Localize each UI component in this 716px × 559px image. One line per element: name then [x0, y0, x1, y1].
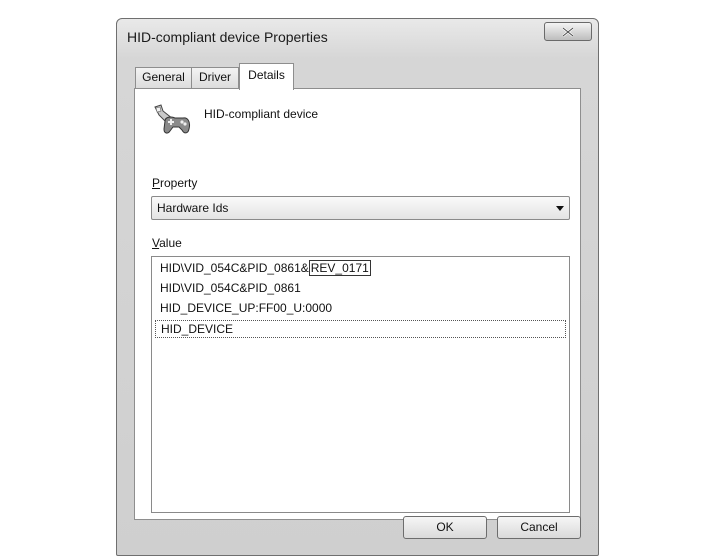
device-name: HID-compliant device	[204, 107, 319, 121]
chevron-down-icon	[556, 206, 564, 211]
list-item[interactable]: HID\VID_054C&PID_0861& REV_0171	[155, 260, 371, 278]
value-listbox[interactable]: HID\VID_054C&PID_0861& REV_0171 HID\VID_0…	[151, 256, 570, 513]
value-label: Value	[152, 236, 182, 250]
close-button[interactable]	[544, 22, 592, 41]
tab-general[interactable]: General	[135, 67, 192, 88]
close-icon	[562, 27, 574, 37]
list-item[interactable]: HID_DEVICE_UP:FF00_U:0000	[155, 300, 332, 318]
property-label: Property	[152, 176, 197, 190]
value-label-rest: alue	[159, 236, 182, 250]
property-label-accel: P	[152, 176, 161, 190]
window-title: HID-compliant device Properties	[127, 29, 328, 45]
cancel-button[interactable]: Cancel	[497, 516, 581, 539]
list-item[interactable]: HID\VID_054C&PID_0861	[155, 280, 301, 298]
list-item-highlight: REV_0171	[308, 260, 371, 276]
property-label-rest: roperty	[160, 176, 198, 190]
list-item-text: HID\VID_054C&PID_0861&	[160, 261, 309, 275]
details-panel: HID-compliant device Property Hardware I…	[134, 88, 581, 520]
tab-details[interactable]: Details	[239, 63, 294, 90]
title-bar[interactable]: HID-compliant device Properties	[117, 19, 598, 53]
game-controller-icon	[151, 101, 191, 141]
tab-driver[interactable]: Driver	[191, 67, 239, 88]
properties-dialog: HID-compliant device Properties General …	[116, 18, 599, 556]
ok-button[interactable]: OK	[403, 516, 487, 539]
property-selected-value: Hardware Ids	[157, 201, 229, 215]
property-dropdown[interactable]: Hardware Ids	[151, 196, 570, 220]
list-item-focused[interactable]: HID_DEVICE	[155, 320, 566, 338]
